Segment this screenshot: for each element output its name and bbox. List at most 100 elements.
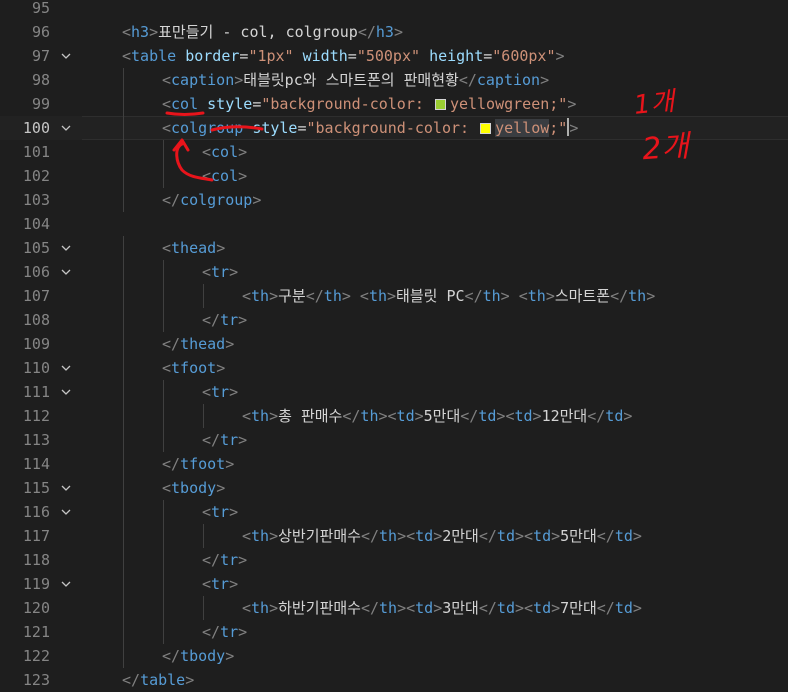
fold-chevron-icon[interactable] (60, 266, 72, 278)
fold-chevron-icon[interactable] (60, 242, 72, 254)
indent-guide (123, 68, 124, 92)
code-line[interactable]: 108 </tr> (0, 308, 788, 332)
code-token: table (140, 671, 186, 689)
code-token: th (379, 527, 398, 545)
line-number: 109 (22, 335, 50, 353)
indent-guide (163, 380, 164, 404)
code-line[interactable]: 121 </tr> (0, 620, 788, 644)
code-token: td (396, 407, 415, 425)
code-token: > (229, 503, 239, 521)
handwritten-note-2: 2개 (641, 129, 693, 167)
code-token: 상반기판매수 (278, 527, 361, 545)
code-token: > (623, 407, 633, 425)
code-line[interactable]: 104 (0, 212, 788, 236)
indent-guide (163, 548, 164, 572)
line-number: 108 (22, 311, 50, 329)
code-line[interactable]: 106 <tr> (0, 260, 788, 284)
code-token: > (567, 95, 577, 113)
code-line[interactable]: 112 <th>총 판매수</th><td>5만대</td><td>12만대</t… (0, 404, 788, 428)
code-line[interactable]: 120 <th>하반기판매수</th><td>3만대</td><td>7만대</t… (0, 596, 788, 620)
line-number: 95 (31, 0, 50, 17)
code-token: < (162, 71, 172, 89)
code-token: = (347, 47, 357, 65)
code-line[interactable]: 111 <tr> (0, 380, 788, 404)
code-content: <h3>표만들기 - col, colgroup</h3> (122, 20, 403, 44)
code-line[interactable]: 117 <th>상반기판매수</th><td>2만대</td><td>5만대</t… (0, 524, 788, 548)
code-token: < (162, 359, 172, 377)
code-token: td (533, 599, 552, 617)
color-swatch-icon[interactable] (434, 99, 446, 110)
code-line[interactable]: 95 (0, 0, 788, 20)
indent-guide (123, 548, 124, 572)
indent-guide (123, 116, 124, 140)
indent-guide (123, 332, 124, 356)
code-line[interactable]: 122 </tbody> (0, 644, 788, 668)
line-number: 113 (22, 431, 50, 449)
code-token: th (323, 287, 342, 305)
fold-chevron-icon[interactable] (60, 578, 72, 590)
line-number: 111 (22, 383, 50, 401)
code-line[interactable]: 115 <tbody> (0, 476, 788, 500)
indent-guide (163, 164, 164, 188)
code-token: "1px" (248, 47, 294, 65)
code-line[interactable]: 110 <tfoot> (0, 356, 788, 380)
code-line[interactable]: 109 </thead> (0, 332, 788, 356)
code-token: </ (162, 335, 181, 353)
code-token: </ (458, 71, 477, 89)
code-token: th (379, 599, 398, 617)
code-token: > (500, 287, 510, 305)
code-token: > (397, 599, 407, 617)
code-token: > (229, 263, 239, 281)
code-token: tr (220, 311, 239, 329)
code-line[interactable]: 105 <thead> (0, 236, 788, 260)
code-line[interactable]: 114 </tfoot> (0, 452, 788, 476)
fold-chevron-icon[interactable] (60, 386, 72, 398)
code-line[interactable]: 119 <tr> (0, 572, 788, 596)
code-token: thead (171, 239, 217, 257)
color-swatch-icon[interactable] (480, 123, 492, 134)
line-number: 103 (22, 191, 50, 209)
line-number: 105 (22, 239, 50, 257)
code-token: > (238, 551, 248, 569)
code-line[interactable]: 96 <h3>표만들기 - col, colgroup</h3> (0, 20, 788, 44)
fold-chevron-icon[interactable] (60, 506, 72, 518)
code-token: 태블릿 PC (396, 287, 465, 305)
code-line[interactable]: 103 </colgroup> (0, 188, 788, 212)
indent-guide (123, 500, 124, 524)
indent-guide (123, 308, 124, 332)
fold-chevron-icon[interactable] (60, 50, 72, 62)
code-token: caption (476, 71, 541, 89)
code-token: </ (202, 551, 221, 569)
code-token: td (533, 527, 552, 545)
code-token: </ (478, 599, 497, 617)
fold-chevron-icon[interactable] (60, 362, 72, 374)
code-line[interactable]: 116 <tr> (0, 500, 788, 524)
code-token: 구분 (278, 287, 306, 305)
code-token: th (482, 287, 501, 305)
code-line[interactable]: 123 </table> (0, 668, 788, 692)
code-token: 3만대 (442, 599, 479, 617)
code-line[interactable]: 97 <table border="1px" width="500px" heig… (0, 44, 788, 68)
code-token: > (238, 623, 248, 641)
code-token: tbody (180, 647, 226, 665)
code-line[interactable]: 107 <th>구분</th> <th>태블릿 PC</th> <th>스마트폰<… (0, 284, 788, 308)
code-token: th (251, 599, 270, 617)
code-token: </ (587, 407, 606, 425)
line-number: 96 (31, 23, 50, 41)
indent-guide (163, 308, 164, 332)
code-token: > (149, 23, 159, 41)
fold-chevron-icon[interactable] (60, 122, 72, 134)
indent-guide (123, 596, 124, 620)
code-token: > (252, 191, 262, 209)
code-line[interactable]: 113 </tr> (0, 428, 788, 452)
code-token: > (632, 599, 642, 617)
code-content: <col style="background-color: yellowgree… (162, 92, 576, 116)
code-token: </ (162, 647, 181, 665)
code-token: </ (360, 599, 379, 617)
code-line[interactable]: 118 </tr> (0, 548, 788, 572)
line-number: 104 (22, 215, 50, 233)
fold-chevron-icon[interactable] (60, 482, 72, 494)
code-token: tr (211, 503, 230, 521)
